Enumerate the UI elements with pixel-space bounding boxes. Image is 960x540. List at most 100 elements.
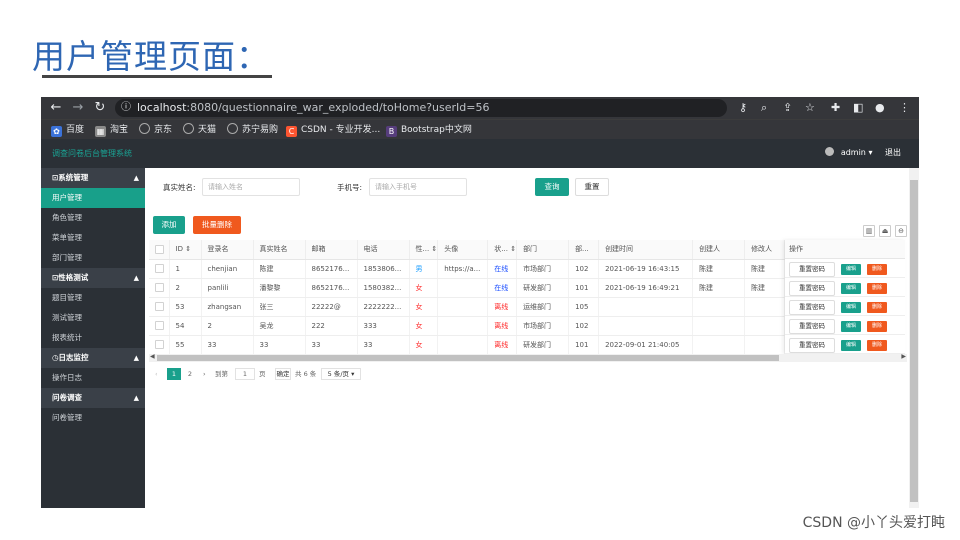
bookmark-csdn[interactable]: C CSDN - 专业开发... bbox=[286, 123, 380, 137]
user-name[interactable]: admin bbox=[841, 148, 866, 157]
sidebar-item-oplog[interactable]: 操作日志 bbox=[41, 368, 145, 388]
name-label: 真实姓名: bbox=[163, 183, 196, 192]
sidebar-group-personality[interactable]: ⊡性格测试 ▲ bbox=[41, 268, 145, 288]
op-header: 操作 bbox=[785, 240, 905, 259]
sidebar-item-surveys[interactable]: 问卷管理 bbox=[41, 408, 145, 428]
bookmarks-bar: ✿ 百度 ▦ 淘宝 京东 天猫 苏宁易购 C CSDN - 专业开发... B Boot… bbox=[41, 119, 919, 139]
delete-button[interactable]: 删除 bbox=[867, 321, 887, 332]
chevron-up-icon: ▲ bbox=[133, 394, 139, 402]
url-field[interactable]: ⓘ localhost:8080/questionnaire_war_explo… bbox=[115, 99, 727, 117]
site-info-icon[interactable]: ⓘ bbox=[121, 99, 131, 117]
edit-button[interactable]: 编辑 bbox=[841, 283, 861, 294]
columns-icon[interactable]: ▥ bbox=[863, 225, 875, 237]
sidebar-item-tests[interactable]: 测试管理 bbox=[41, 308, 145, 328]
table-cell-modifier bbox=[744, 297, 786, 317]
reset-password-button[interactable]: 重置密码 bbox=[789, 281, 835, 296]
key-icon[interactable]: ⚷ bbox=[739, 99, 747, 117]
edit-button[interactable]: 编辑 bbox=[841, 340, 861, 351]
avatar[interactable] bbox=[825, 147, 835, 156]
page-2[interactable]: 2 bbox=[185, 368, 195, 380]
column-header[interactable]: 状... ⇕ bbox=[487, 240, 518, 260]
column-header: 创建时间 bbox=[598, 240, 694, 260]
chevron-down-icon[interactable]: ▾ bbox=[868, 148, 872, 157]
table-row: 54 2 吴龙 222 333 女 离线 市场部门 102 bbox=[149, 316, 786, 336]
delete-button[interactable]: 删除 bbox=[867, 302, 887, 313]
select-all-checkbox[interactable] bbox=[149, 240, 170, 260]
horizontal-scrollbar[interactable]: ◀ ▶ bbox=[149, 353, 907, 362]
add-button[interactable]: 添加 bbox=[153, 216, 185, 234]
table-cell-deptno: 102 bbox=[568, 316, 600, 336]
total-count: 共 6 条 bbox=[295, 370, 317, 378]
bookmark-tmall[interactable]: 天猫 bbox=[183, 123, 216, 137]
sidebar-group-system[interactable]: ⊡系统管理 ▲ bbox=[41, 168, 145, 188]
bookmark-suning[interactable]: 苏宁易购 bbox=[227, 123, 278, 137]
back-icon[interactable]: ← bbox=[47, 99, 65, 117]
table-cell-created: 2021-06-19 16:49:21 bbox=[598, 278, 694, 298]
reset-password-button[interactable]: 重置密码 bbox=[789, 300, 835, 315]
reset-button[interactable]: 重置 bbox=[575, 178, 609, 196]
column-header: 登录名 bbox=[201, 240, 254, 260]
reset-password-button[interactable]: 重置密码 bbox=[789, 319, 835, 334]
sidebar-item-reports[interactable]: 报表统计 bbox=[41, 328, 145, 348]
delete-button[interactable]: 删除 bbox=[867, 340, 887, 351]
sidebar-item-roles[interactable]: 角色管理 bbox=[41, 208, 145, 228]
scroll-left-icon[interactable]: ◀ bbox=[150, 353, 155, 360]
name-input[interactable]: 请输入姓名 bbox=[202, 178, 300, 196]
sidebar-group-logs[interactable]: ◷日志监控 ▲ bbox=[41, 348, 145, 368]
page-1[interactable]: 1 bbox=[167, 368, 181, 380]
chevron-down-icon: ▾ bbox=[351, 370, 355, 378]
row-checkbox[interactable] bbox=[149, 316, 170, 336]
extensions-icon[interactable]: ✚ bbox=[831, 99, 840, 117]
edit-button[interactable]: 编辑 bbox=[841, 302, 861, 313]
delete-button[interactable]: 删除 bbox=[867, 264, 887, 275]
bookmark-jd[interactable]: 京东 bbox=[139, 123, 172, 137]
logout-link[interactable]: 退出 bbox=[885, 148, 901, 157]
phone-input[interactable]: 请输入手机号 bbox=[369, 178, 467, 196]
sidebar-item-depts[interactable]: 部门管理 bbox=[41, 248, 145, 268]
bookmark-star-icon[interactable]: ☆ bbox=[805, 99, 815, 117]
reset-password-button[interactable]: 重置密码 bbox=[789, 338, 835, 353]
batch-delete-button[interactable]: 批量删除 bbox=[193, 216, 241, 234]
sidepanel-icon[interactable]: ◧ bbox=[853, 99, 863, 117]
bookmark-taobao[interactable]: ▦ 淘宝 bbox=[95, 123, 128, 137]
sidebar-group-survey[interactable]: 问卷调查 ▲ bbox=[41, 388, 145, 408]
scroll-thumb[interactable] bbox=[157, 355, 779, 361]
table-cell-avatar bbox=[437, 335, 489, 355]
row-checkbox[interactable] bbox=[149, 297, 170, 317]
confirm-button[interactable]: 确定 bbox=[275, 368, 291, 380]
row-checkbox[interactable] bbox=[149, 278, 170, 298]
table-cell-dept: 研发部门 bbox=[516, 278, 570, 298]
reset-password-button[interactable]: 重置密码 bbox=[789, 262, 835, 277]
scroll-right-icon[interactable]: ▶ bbox=[901, 353, 906, 360]
share-icon[interactable]: ⇪ bbox=[783, 99, 792, 117]
sidebar-item-questions[interactable]: 题目管理 bbox=[41, 288, 145, 308]
sidebar-item-users[interactable]: 用户管理 bbox=[41, 188, 145, 208]
menu-icon[interactable]: ⋮ bbox=[899, 99, 910, 117]
page-input[interactable]: 1 bbox=[235, 368, 255, 380]
next-page-icon[interactable]: › bbox=[203, 368, 206, 380]
scroll-thumb[interactable] bbox=[910, 180, 918, 502]
zoom-icon[interactable]: ⌕ bbox=[761, 99, 767, 117]
forward-icon[interactable]: → bbox=[69, 99, 87, 117]
column-header[interactable]: 性... ⇕ bbox=[409, 240, 439, 260]
bookmark-bootstrap[interactable]: B Bootstrap中文网 bbox=[386, 123, 472, 137]
edit-button[interactable]: 编辑 bbox=[841, 321, 861, 332]
row-checkbox[interactable] bbox=[149, 259, 170, 279]
prev-page-icon[interactable]: ‹ bbox=[155, 368, 158, 380]
query-button[interactable]: 查询 bbox=[535, 178, 569, 196]
print-icon[interactable]: ⊖ bbox=[895, 225, 907, 237]
edit-button[interactable]: 编辑 bbox=[841, 264, 861, 275]
reload-icon[interactable]: ↻ bbox=[91, 99, 109, 117]
export-icon[interactable]: ⏏ bbox=[879, 225, 891, 237]
per-page-select[interactable]: 5 条/页 ▾ bbox=[321, 368, 361, 380]
table-row: 53 zhangsan 张三 22222@ 2222222... 女 离线 运维部门 105 bbox=[149, 297, 786, 317]
column-header[interactable]: ID ⇕ bbox=[169, 240, 202, 260]
bookmark-baidu[interactable]: ✿ 百度 bbox=[51, 123, 84, 137]
table-cell-dept: 研发部门 bbox=[516, 335, 570, 355]
sidebar-item-menus[interactable]: 菜单管理 bbox=[41, 228, 145, 248]
profile-icon[interactable]: ● bbox=[875, 99, 885, 117]
vertical-scrollbar[interactable] bbox=[909, 168, 919, 508]
table-cell-login: 33 bbox=[201, 335, 254, 355]
delete-button[interactable]: 删除 bbox=[867, 283, 887, 294]
row-checkbox[interactable] bbox=[149, 335, 170, 355]
